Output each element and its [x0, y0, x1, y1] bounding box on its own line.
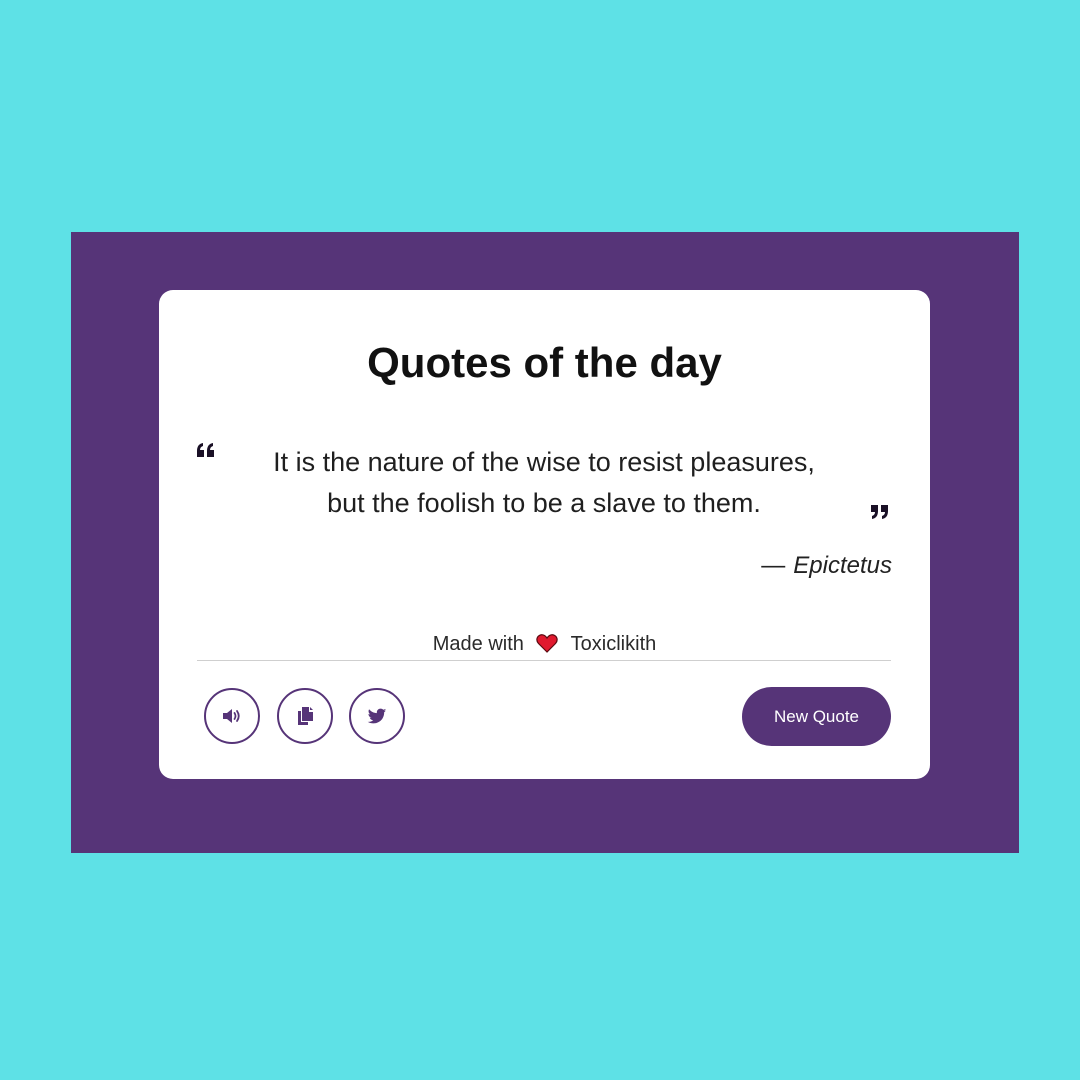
quote-text: It is the nature of the wise to resist p… — [219, 442, 869, 524]
author-row: — Epictetus — [761, 552, 892, 580]
app-frame: Quotes of the day It is the nature of th… — [71, 232, 1019, 853]
speak-button[interactable] — [204, 688, 260, 744]
twitter-icon — [366, 705, 388, 727]
author-dash: — — [761, 552, 786, 579]
copy-icon — [294, 705, 316, 727]
tweet-button[interactable] — [349, 688, 405, 744]
quote-open-icon — [195, 440, 217, 462]
made-with-credit: Made with Toxiclikith — [159, 631, 930, 657]
credit-name: Toxiclikith — [570, 633, 657, 655]
new-quote-button[interactable]: New Quote — [742, 687, 891, 746]
quote-close-icon — [869, 500, 891, 522]
volume-icon — [221, 705, 243, 727]
quote-line: but the foolish to be a slave to them. — [327, 488, 761, 518]
copy-button[interactable] — [277, 688, 333, 744]
made-with-label: Made with — [432, 633, 524, 655]
page-title: Quotes of the day — [367, 339, 722, 386]
quote-line: It is the nature of the wise to resist p… — [273, 447, 815, 477]
author-name: Epictetus — [793, 552, 892, 579]
heart-icon — [535, 632, 559, 654]
divider — [197, 660, 891, 661]
quote-card: Quotes of the day It is the nature of th… — [159, 290, 930, 779]
